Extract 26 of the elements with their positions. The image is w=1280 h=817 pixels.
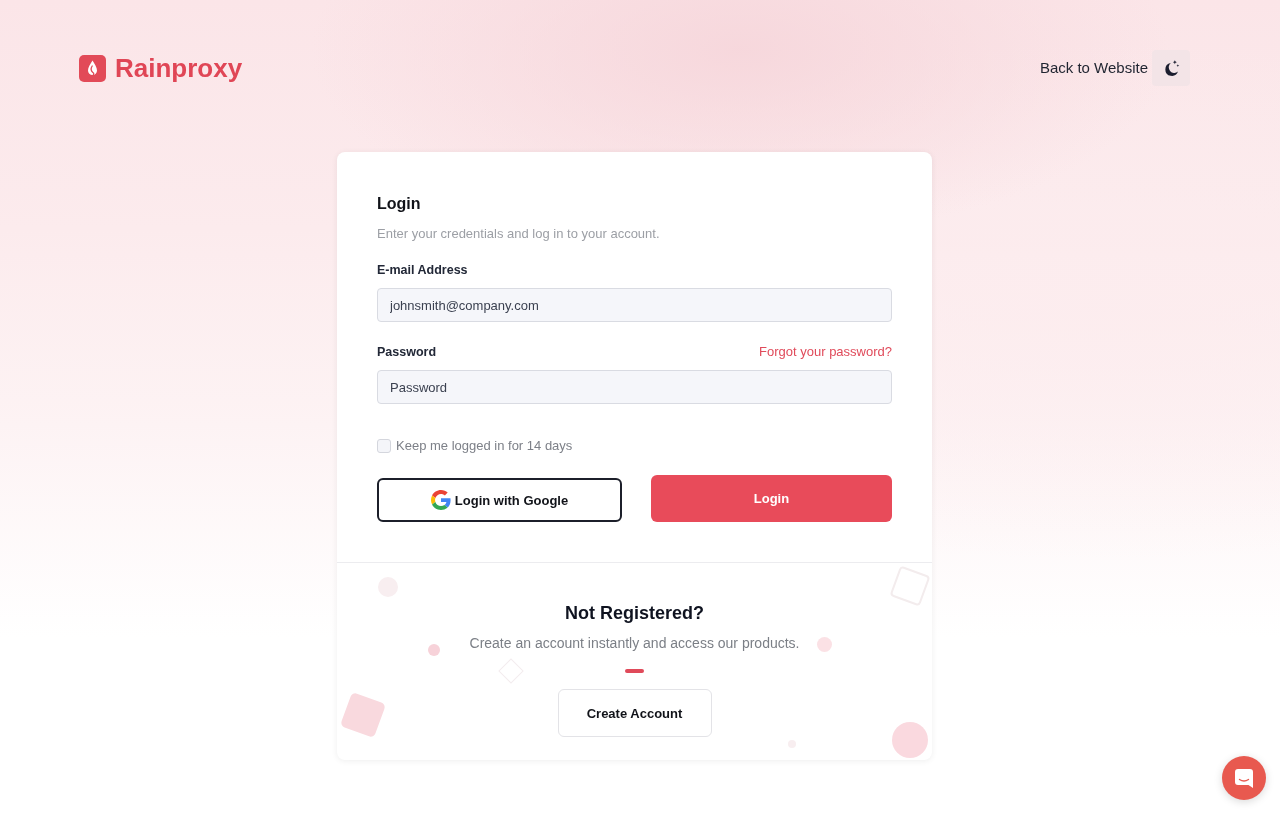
google-login-button[interactable]: Login with Google [377,478,622,522]
field-label: E-mail Address [377,262,468,278]
brand-name: Rainproxy [115,53,243,83]
accent-divider [625,669,644,673]
register-text: Create an account instantly and access our products. [469,634,800,653]
google-logo-icon [430,490,451,510]
register-title: Not Registered? [565,602,704,625]
checkbox[interactable] [377,439,391,453]
chat-icon [1235,768,1253,788]
back-to-website-link[interactable]: Back to Website [1039,59,1148,77]
chat-launcher-button[interactable] [1222,756,1266,800]
create-account-button[interactable]: Create Account [557,689,712,737]
input-field[interactable]: Password [377,370,892,404]
login-subtitle: Enter your credentials and log in to your account. [377,225,661,243]
theme-toggle-button[interactable] [1152,50,1190,86]
field-label: Password [377,344,437,360]
input-field[interactable]: johnsmith@company.com [377,288,892,322]
circle-decoration-icon [892,722,928,758]
circle-decoration-icon [428,644,440,656]
checkbox-label: Keep me logged in for 14 days [396,438,573,454]
login-title: Login [377,194,422,214]
login-button[interactable]: Login [651,475,892,522]
logo-icon [79,54,106,82]
circle-decoration-icon [817,637,832,652]
moon-icon [1162,60,1180,76]
forgot-password-link[interactable]: Forgot your password? [759,344,892,360]
